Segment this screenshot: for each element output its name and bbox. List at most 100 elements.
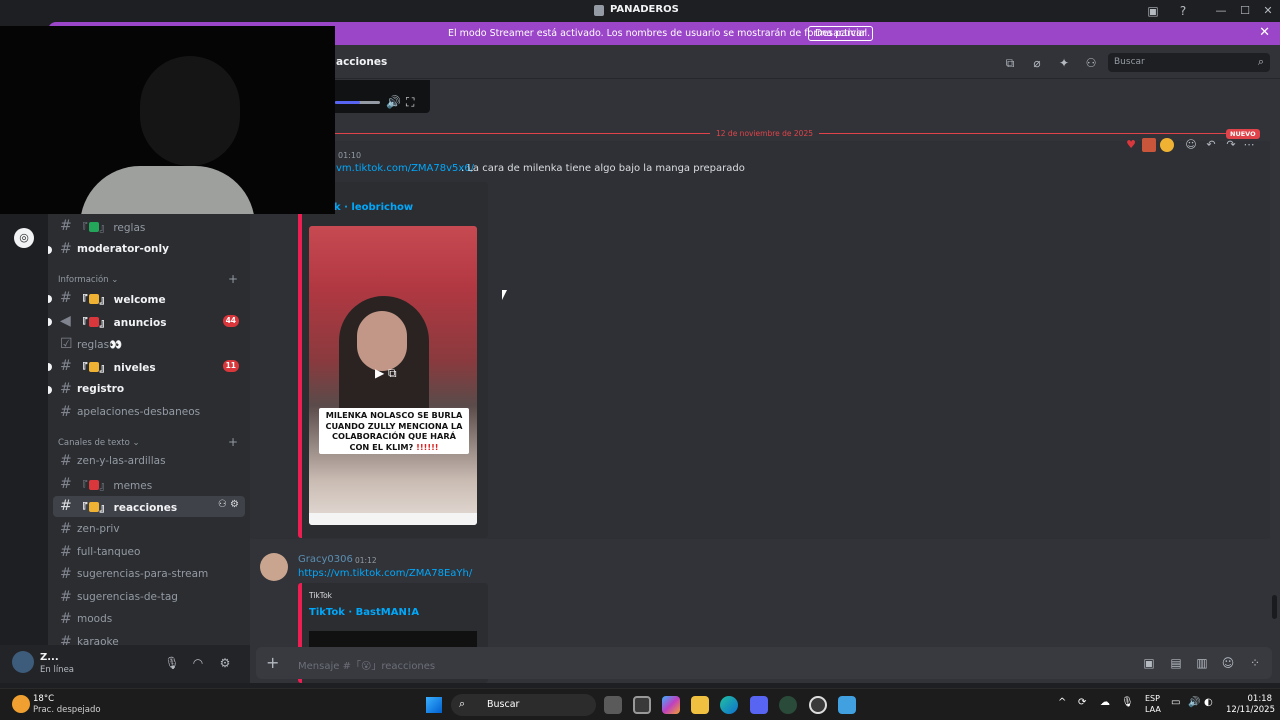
reply-icon[interactable]: ↶ [1204,138,1218,152]
mini-player[interactable]: 🔊 ⛶ [330,80,430,113]
hash-icon: # [60,453,72,469]
task-view-icon[interactable] [604,696,622,714]
message-link[interactable]: https://vm.tiktok.com/ZMA78EaYh/ [298,568,472,579]
fullscreen-icon[interactable]: ⛶ [406,95,414,110]
channel-karaoke[interactable]: # karaoke [53,632,245,645]
tray-chevron-icon[interactable]: ^ [1058,697,1066,708]
add-reaction-icon[interactable]: ☺ [1184,138,1198,152]
channel-sugerencias-de-tag[interactable]: # sugerencias-de-tag [53,587,245,608]
microphone-icon[interactable]: 🎙 [164,655,180,671]
weather-desc[interactable]: Prac. despejado [33,705,101,715]
cloud-icon[interactable]: ☁ [1100,697,1110,708]
headphones-icon[interactable]: ◠ [190,655,206,671]
channel-reglas[interactable]: ☑ reglas👀 [53,334,245,355]
taskbar-search[interactable]: ⌕ Buscar [451,694,596,716]
battery-icon[interactable]: ◐ [1204,697,1213,708]
avatar[interactable] [12,651,34,673]
pin-icon[interactable]: ✦ [1056,55,1072,71]
message-composer[interactable]: + Mensaje #「😮」reacciones ▣ ▤ ▥ ☺ ⁘ [256,647,1272,679]
sync-icon[interactable]: ⟳ [1078,697,1086,708]
discord-icon[interactable] [750,696,768,714]
channel-niveles[interactable]: # 『』 niveles 11 [48,356,245,377]
deactivate-button[interactable]: Desactivar [808,26,873,41]
channel-zen-y-las-ardillas[interactable]: # zen-y-las-ardillas [53,451,245,472]
channel-memes[interactable]: # 『』 memes [53,474,245,495]
gif-icon[interactable]: ▤ [1168,655,1184,671]
check-emoji-icon [88,222,99,232]
sticker-icon[interactable]: ▥ [1194,655,1210,671]
apps-icon[interactable]: ⁘ [1247,655,1263,671]
close-icon[interactable]: ✕ [1259,25,1270,40]
help-icon[interactable]: ? [1175,3,1191,19]
channel-zen-priv[interactable]: # zen-priv [53,519,245,540]
edge-icon[interactable] [720,696,738,714]
message-link[interactable]: vm.tiktok.com/ZMA78v5x6/ [336,163,474,174]
volume-icon[interactable]: 🔊 [386,95,401,109]
mic-tray-icon[interactable]: 🎙 [1121,697,1134,708]
message-author[interactable]: Gracy0306 [298,554,353,565]
channel-welcome[interactable]: # 『』 welcome [48,288,245,309]
emoji-icon[interactable]: ☺ [1220,655,1236,671]
language-code[interactable]: ESP [1145,694,1160,703]
volume-icon[interactable]: 🔊 [1188,697,1200,708]
screen: PANADEROS ▣ ? — ☐ ✕ El modo Streamer est… [0,0,1280,720]
attach-icon[interactable]: + [266,653,279,672]
clock-time[interactable]: 01:18 [1226,694,1273,704]
scrollbar[interactable] [1272,595,1277,619]
store-icon[interactable] [633,696,651,714]
embed-title[interactable]: TikTok · BastMAN!A [309,607,419,618]
discover-icon[interactable]: ◎ [14,228,34,248]
channel-apelaciones[interactable]: # apelaciones-desbaneos [53,402,245,423]
obs-icon[interactable] [809,696,827,714]
channel-moods[interactable]: # moods [53,609,245,630]
maximize-button[interactable]: ☐ [1235,2,1255,20]
embed-title[interactable]: k · leobrichow [334,202,413,213]
app-icon[interactable] [838,696,856,714]
laugh-reaction-icon[interactable] [1160,138,1174,152]
minimize-button[interactable]: — [1211,2,1231,20]
category-informacion[interactable]: Información ⌄ [58,275,118,285]
channel-name: sugerencias-de-tag [77,591,178,603]
hash-icon: # [60,589,72,605]
network-icon[interactable]: ▭ [1171,697,1180,708]
channel-reglas-top[interactable]: # 『』 reglas [53,216,245,237]
mute-icon[interactable]: ⌀ [1029,55,1045,71]
emoji-reaction-icon[interactable] [1142,138,1156,152]
weather-icon[interactable] [12,695,30,713]
windows-start-icon[interactable] [426,697,442,713]
category-canales-de-texto[interactable]: Canales de texto ⌄ [58,438,140,448]
members-icon[interactable]: ⚇ [1083,55,1099,71]
weather-temp[interactable]: 18°C [33,694,54,704]
forward-icon[interactable]: ↷ [1224,138,1238,152]
channel-sugerencias-para-stream[interactable]: # sugerencias-para-stream [53,564,245,585]
channel-settings-icons[interactable]: ⚇ ⚙ [218,499,239,510]
close-button[interactable]: ✕ [1258,2,1278,20]
channel-reacciones[interactable]: # 『』 reacciones ⚇ ⚙ [53,496,245,517]
streamer-head [140,56,240,166]
add-channel-icon[interactable]: + [228,435,238,449]
keyboard-layout[interactable]: LAA [1145,705,1161,714]
app-icon[interactable] [779,696,797,714]
more-icon[interactable]: ⋯ [1242,138,1256,152]
search-input[interactable]: Buscar ⌕ [1108,53,1270,72]
threads-icon[interactable]: ⧉ [1002,55,1018,71]
channel-registro[interactable]: # registro [48,379,245,400]
gear-icon[interactable]: ⚙ [217,655,233,671]
video-thumbnail[interactable]: ▶ ⧉ MILENKA NOLASCO SE BURLA CUANDO ZULL… [309,226,477,525]
channel-anuncios[interactable]: ◀ 『』 anuncios 44 [48,311,245,332]
copilot-icon[interactable] [662,696,680,714]
surprised-emoji-icon [88,502,99,512]
clock-date[interactable]: 12/11/2025 [1226,705,1275,715]
add-channel-icon[interactable]: + [228,272,238,286]
file-explorer-icon[interactable] [691,696,709,714]
wave-emoji-icon [88,294,99,304]
channel-name: registro [77,383,125,395]
heart-reaction-icon[interactable]: ♥ [1124,138,1138,152]
volume-fill [335,101,360,104]
channel-full-tanqueo[interactable]: # full-tanqueo [53,542,245,563]
gift-icon[interactable]: ▣ [1141,655,1157,671]
play-icon[interactable]: ▶ ⧉ [375,366,397,381]
inbox-icon[interactable]: ▣ [1145,3,1161,19]
avatar[interactable] [260,553,288,581]
channel-moderator-only[interactable]: # moderator-only [48,239,245,260]
